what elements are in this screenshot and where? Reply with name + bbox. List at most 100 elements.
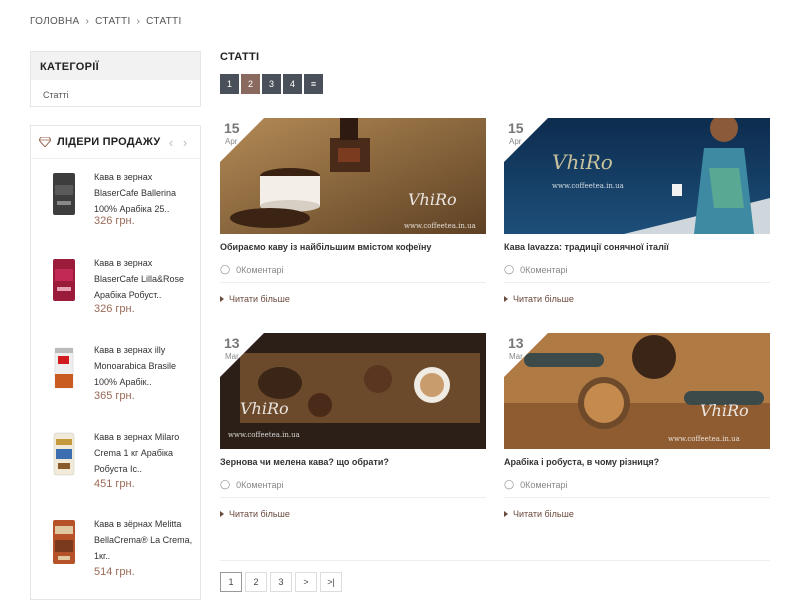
watermark-site: www.coffeetea.in.ua <box>552 182 624 190</box>
read-more-link[interactable]: Читати більше <box>220 294 290 304</box>
read-more-link[interactable]: Читати більше <box>504 509 574 519</box>
caret-right-icon <box>220 511 224 517</box>
diamond-icon <box>39 137 51 147</box>
read-more-link[interactable]: Читати більше <box>220 509 290 519</box>
article-date-day: 15 <box>508 120 524 136</box>
divider <box>504 497 770 498</box>
divider <box>220 560 770 561</box>
categories-panel: КАТЕГОРІЇ Статті <box>30 51 201 107</box>
page-button-4[interactable]: 4 <box>283 74 302 94</box>
caret-right-icon <box>504 296 508 302</box>
product-image-illy[interactable] <box>45 344 81 392</box>
chevron-right-icon[interactable]: › <box>178 135 192 150</box>
article-card: 15 Apr VhiRo www.coffeetea.in.ua Кава la… <box>504 118 770 304</box>
article-title[interactable]: Кава lavazza: традиції сонячної італії <box>504 242 770 252</box>
top-pagination: 1 2 3 4 ≡ <box>220 74 323 94</box>
breadcrumb-home[interactable]: ГОЛОВНА <box>30 16 80 27</box>
page-button-3[interactable]: 3 <box>262 74 281 94</box>
article-title[interactable]: Зернова чи мелена кава? що обрати? <box>220 457 486 467</box>
product-price: 326 грн. <box>94 215 135 227</box>
caret-right-icon <box>220 296 224 302</box>
watermark-site: www.coffeetea.in.ua <box>668 435 740 443</box>
page-button-3[interactable]: 3 <box>270 572 292 592</box>
article-card: 13 Mar VhiRo www.coffeetea.in.ua Арабіка… <box>504 333 770 519</box>
article-date-day: 13 <box>224 335 240 351</box>
article-title[interactable]: Арабіка і робуста, в чому різниця? <box>504 457 770 467</box>
comment-icon: ◯ <box>504 479 515 489</box>
product-price: 326 грн. <box>94 303 135 315</box>
article-card: 15 Apr VhiRo www.coffeetea.in.ua Обираєм… <box>220 118 486 304</box>
article-comments[interactable]: ◯ 0Коментарі <box>220 479 284 490</box>
article-date-day: 13 <box>508 335 524 351</box>
read-more-label: Читати більше <box>229 509 290 519</box>
article-date-month: Apr <box>509 137 522 146</box>
product-item[interactable]: Кава в зёрнах Melitta BellaCrema® La Cre… <box>31 512 202 598</box>
watermark-site: www.coffeetea.in.ua <box>228 431 300 439</box>
product-image-milaro[interactable] <box>45 431 81 479</box>
breadcrumb-articles[interactable]: СТАТТІ <box>95 16 130 27</box>
article-image[interactable]: 15 Apr VhiRo www.coffeetea.in.ua <box>504 118 770 234</box>
comment-count: 0Коментарі <box>520 264 568 275</box>
product-price: 514 грн. <box>94 566 135 578</box>
comment-icon: ◯ <box>220 479 231 489</box>
divider <box>504 282 770 283</box>
product-name[interactable]: Кава в зернах Milaro Crema 1 кг Арабіка … <box>94 429 196 477</box>
next-page-button[interactable]: > <box>295 572 317 592</box>
article-date-month: Apr <box>225 137 238 146</box>
watermark-logo: VhiRo <box>408 190 457 209</box>
divider <box>220 282 486 283</box>
product-name[interactable]: Кава в зернах illy Monoarabica Brasile 1… <box>94 342 196 390</box>
product-image-melitta[interactable] <box>45 518 81 566</box>
product-name[interactable]: Кава в зернах BlaserCafe Ballerina 100% … <box>94 169 196 217</box>
page-title: СТАТТІ <box>220 51 260 63</box>
article-date-month: Mar <box>225 352 239 361</box>
product-item[interactable]: Кава в зернах BlaserCafe Ballerina 100% … <box>31 165 202 251</box>
category-item-articles[interactable]: Статті <box>31 80 200 110</box>
comment-icon: ◯ <box>220 264 231 274</box>
bestsellers-title: ЛІДЕРИ ПРОДАЖУ <box>57 136 161 148</box>
divider <box>220 497 486 498</box>
breadcrumb-separator: › <box>85 16 90 27</box>
product-price: 365 грн. <box>94 390 135 402</box>
product-price: 451 грн. <box>94 478 135 490</box>
article-comments[interactable]: ◯ 0Коментарі <box>504 479 568 490</box>
breadcrumb: ГОЛОВНА › СТАТТІ › СТАТТІ <box>30 16 182 27</box>
product-image-ballerina[interactable] <box>45 171 81 219</box>
page-button-2[interactable]: 2 <box>245 572 267 592</box>
article-image[interactable]: 13 Mar VhiRo www.coffeetea.in.ua <box>220 333 486 449</box>
watermark-logo: VhiRo <box>700 401 749 420</box>
article-comments[interactable]: ◯ 0Коментарі <box>220 264 284 275</box>
page-button-1[interactable]: 1 <box>220 74 239 94</box>
article-card: 13 Mar VhiRo www.coffeetea.in.ua Зернова… <box>220 333 486 519</box>
caret-right-icon <box>504 511 508 517</box>
page-button-2[interactable]: 2 <box>241 74 260 94</box>
read-more-label: Читати більше <box>513 509 574 519</box>
watermark-logo: VhiRo <box>552 150 613 174</box>
read-more-link[interactable]: Читати більше <box>504 294 574 304</box>
product-item[interactable]: Кава в зернах illy Monoarabica Brasile 1… <box>31 338 202 424</box>
watermark-site: www.coffeetea.in.ua <box>404 222 476 230</box>
article-date-month: Mar <box>509 352 523 361</box>
product-name[interactable]: Кава в зернах BlaserCafe Lilla&Rose Араб… <box>94 255 196 303</box>
page-button-1[interactable]: 1 <box>220 572 242 592</box>
article-title[interactable]: Обираємо каву із найбільшим вмістом кофе… <box>220 242 486 252</box>
chevron-left-icon[interactable]: ‹ <box>164 135 178 150</box>
product-item[interactable]: Кава в зернах Milaro Crema 1 кг Арабіка … <box>31 425 202 511</box>
comment-icon: ◯ <box>504 264 515 274</box>
product-name[interactable]: Кава в зёрнах Melitta BellaCrema® La Cre… <box>94 516 196 564</box>
product-image-lillarose[interactable] <box>45 257 81 305</box>
menu-icon[interactable]: ≡ <box>304 74 323 94</box>
watermark-logo: VhiRo <box>240 399 289 418</box>
categories-title: КАТЕГОРІЇ <box>31 52 200 80</box>
product-item[interactable]: Кава в зернах BlaserCafe Lilla&Rose Араб… <box>31 251 202 337</box>
article-image[interactable]: 13 Mar VhiRo www.coffeetea.in.ua <box>504 333 770 449</box>
article-comments[interactable]: ◯ 0Коментарі <box>504 264 568 275</box>
read-more-label: Читати більше <box>513 294 574 304</box>
read-more-label: Читати більше <box>229 294 290 304</box>
last-page-button[interactable]: >| <box>320 572 342 592</box>
article-image[interactable]: 15 Apr VhiRo www.coffeetea.in.ua <box>220 118 486 234</box>
bestsellers-panel: ЛІДЕРИ ПРОДАЖУ ‹ › Кава в зернах BlaserC… <box>30 125 201 600</box>
breadcrumb-current: СТАТТІ <box>146 16 182 27</box>
comment-count: 0Коментарі <box>236 479 284 490</box>
bottom-pagination: 1 2 3 > >| <box>220 572 342 592</box>
